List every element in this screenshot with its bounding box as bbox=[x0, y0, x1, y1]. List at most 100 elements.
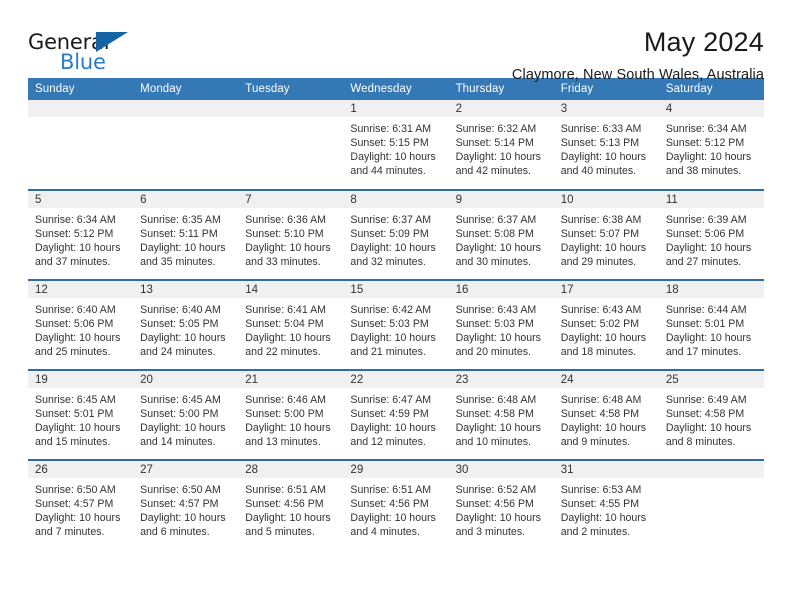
day-details: Sunrise: 6:45 AM Sunset: 5:01 PM Daylight:… bbox=[28, 388, 133, 449]
calendar-day-cell[interactable]: 26 Sunrise: 6:50 AM Sunset: 4:57 PM Dayligh… bbox=[28, 459, 134, 550]
daylight-text-cont: and 20 minutes. bbox=[455, 346, 531, 359]
day-number: 14 bbox=[238, 281, 344, 298]
day-details: Sunrise: 6:35 AM Sunset: 5:11 PM Daylight:… bbox=[133, 208, 238, 269]
calendar-day-cell[interactable]: 15 Sunrise: 6:42 AM Sunset: 5:03 PM Dayligh… bbox=[343, 279, 449, 370]
day-details: Sunrise: 6:33 AM Sunset: 5:13 PM Daylight:… bbox=[554, 117, 659, 178]
daylight-text: Daylight: 10 hours bbox=[350, 422, 436, 435]
calendar-day-cell[interactable]: 3 Sunrise: 6:33 AM Sunset: 5:13 PM Daylight… bbox=[553, 100, 659, 190]
calendar-day-cell[interactable]: 29 Sunrise: 6:51 AM Sunset: 4:56 PM Dayligh… bbox=[343, 459, 449, 550]
daylight-text: Daylight: 10 hours bbox=[35, 242, 121, 255]
calendar-day-cell[interactable]: 28 Sunrise: 6:51 AM Sunset: 4:56 PM Dayligh… bbox=[238, 459, 344, 550]
calendar-day-cell[interactable]: 22 Sunrise: 6:47 AM Sunset: 4:59 PM Dayligh… bbox=[343, 369, 449, 460]
calendar-day-cell[interactable]: 19 Sunrise: 6:45 AM Sunset: 5:01 PM Dayligh… bbox=[28, 369, 134, 460]
day-details: Sunrise: 6:34 AM Sunset: 5:12 PM Daylight:… bbox=[659, 117, 764, 178]
calendar-day-cell[interactable]: 20 Sunrise: 6:45 AM Sunset: 5:00 PM Dayligh… bbox=[133, 369, 239, 460]
calendar-day-cell[interactable]: 25 Sunrise: 6:49 AM Sunset: 4:58 PM Dayligh… bbox=[658, 369, 764, 460]
daylight-text: Daylight: 10 hours bbox=[455, 512, 541, 525]
calendar-day-cell[interactable]: 10 Sunrise: 6:38 AM Sunset: 5:07 PM Dayligh… bbox=[553, 189, 659, 280]
daylight-text-cont: and 5 minutes. bbox=[245, 526, 315, 539]
calendar-day-cell[interactable]: 30 Sunrise: 6:52 AM Sunset: 4:56 PM Dayligh… bbox=[448, 459, 554, 550]
day-number: 11 bbox=[658, 191, 764, 208]
sunrise-text: Sunrise: 6:45 AM bbox=[140, 394, 221, 406]
sunrise-text: Sunrise: 6:32 AM bbox=[455, 123, 537, 135]
day-number: 1 bbox=[343, 100, 449, 117]
daylight-text-cont: and 42 minutes. bbox=[455, 165, 531, 178]
calendar-day-cell[interactable]: 7 Sunrise: 6:36 AM Sunset: 5:10 PM Daylight… bbox=[238, 189, 344, 280]
daylight-text-cont: and 8 minutes. bbox=[665, 436, 736, 449]
calendar-week-row: 12 Sunrise: 6:40 AM Sunset: 5:06 PM Dayligh… bbox=[28, 279, 764, 370]
calendar-day-cell[interactable]: 8 Sunrise: 6:37 AM Sunset: 5:09 PM Daylight… bbox=[343, 189, 449, 280]
day-number: 23 bbox=[448, 371, 554, 388]
day-details: Sunrise: 6:51 AM Sunset: 4:56 PM Daylight:… bbox=[343, 478, 448, 539]
day-number: 25 bbox=[658, 371, 764, 388]
daylight-text: Daylight: 10 hours bbox=[245, 512, 331, 525]
calendar-day-cell[interactable]: 17 Sunrise: 6:43 AM Sunset: 5:02 PM Dayligh… bbox=[553, 279, 659, 370]
daylight-text: Daylight: 10 hours bbox=[350, 151, 436, 164]
daylight-text-cont: and 10 minutes. bbox=[455, 436, 531, 449]
daylight-text-cont: and 17 minutes. bbox=[665, 346, 742, 359]
calendar-day-cell[interactable]: 13 Sunrise: 6:40 AM Sunset: 5:05 PM Dayligh… bbox=[133, 279, 239, 370]
sunrise-text: Sunrise: 6:38 AM bbox=[560, 214, 642, 226]
day-details: Sunrise: 6:46 AM Sunset: 5:00 PM Daylight:… bbox=[238, 388, 343, 449]
sunrise-text: Sunrise: 6:37 AM bbox=[350, 214, 432, 226]
calendar-day-cell[interactable]: 9 Sunrise: 6:37 AM Sunset: 5:08 PM Daylight… bbox=[448, 189, 554, 280]
weekday-header-sunday: Sunday bbox=[28, 78, 134, 100]
title-group: May 2024 Claymore, New South Wales, Aust… bbox=[148, 27, 764, 82]
sunrise-text: Sunrise: 6:51 AM bbox=[350, 484, 432, 496]
calendar-day-cell[interactable]: 31 Sunrise: 6:53 AM Sunset: 4:55 PM Dayligh… bbox=[553, 459, 659, 550]
calendar-day-cell[interactable]: 6 Sunrise: 6:35 AM Sunset: 5:11 PM Daylight… bbox=[133, 189, 239, 280]
calendar-day-cell[interactable]: 12 Sunrise: 6:40 AM Sunset: 5:06 PM Dayligh… bbox=[28, 279, 134, 370]
day-details: Sunrise: 6:38 AM Sunset: 5:07 PM Daylight:… bbox=[554, 208, 659, 269]
day-details: Sunrise: 6:44 AM Sunset: 5:01 PM Daylight:… bbox=[659, 298, 764, 359]
daylight-text: Daylight: 10 hours bbox=[35, 332, 121, 345]
daylight-text: Daylight: 10 hours bbox=[35, 512, 121, 525]
calendar-day-cell[interactable]: 2 Sunrise: 6:32 AM Sunset: 5:14 PM Daylight… bbox=[448, 100, 554, 190]
day-details: Sunrise: 6:49 AM Sunset: 4:58 PM Daylight:… bbox=[659, 388, 764, 449]
day-details: Sunrise: 6:53 AM Sunset: 4:55 PM Daylight:… bbox=[554, 478, 659, 539]
daylight-text: Daylight: 10 hours bbox=[245, 242, 331, 255]
calendar-day-cell[interactable]: 5 Sunrise: 6:34 AM Sunset: 5:12 PM Daylight… bbox=[28, 189, 134, 280]
calendar-day-cell[interactable]: 24 Sunrise: 6:48 AM Sunset: 4:58 PM Dayligh… bbox=[553, 369, 659, 460]
calendar-day-cell[interactable]: 14 Sunrise: 6:41 AM Sunset: 5:04 PM Dayligh… bbox=[238, 279, 344, 370]
sunset-text: Sunset: 5:12 PM bbox=[665, 137, 745, 150]
day-number: 20 bbox=[133, 371, 239, 388]
day-number: 7 bbox=[238, 191, 344, 208]
calendar-day-cell[interactable]: 18 Sunrise: 6:44 AM Sunset: 5:01 PM Dayligh… bbox=[658, 279, 764, 370]
day-details: Sunrise: 6:51 AM Sunset: 4:56 PM Daylight:… bbox=[238, 478, 343, 539]
sunrise-text: Sunrise: 6:50 AM bbox=[140, 484, 221, 496]
day-number: 12 bbox=[28, 281, 134, 298]
calendar-day-cell[interactable]: 21 Sunrise: 6:46 AM Sunset: 5:00 PM Dayligh… bbox=[238, 369, 344, 460]
calendar-day-cell[interactable]: 16 Sunrise: 6:43 AM Sunset: 5:03 PM Dayligh… bbox=[448, 279, 554, 370]
sunrise-text: Sunrise: 6:34 AM bbox=[35, 214, 116, 226]
day-details: Sunrise: 6:48 AM Sunset: 4:58 PM Daylight:… bbox=[449, 388, 554, 449]
calendar-day-cell[interactable]: 1 Sunrise: 6:31 AM Sunset: 5:15 PM Daylight… bbox=[343, 100, 449, 190]
sunset-text: Sunset: 5:11 PM bbox=[140, 228, 218, 241]
calendar-empty-cell bbox=[28, 100, 134, 190]
day-number: 3 bbox=[553, 100, 659, 117]
calendar-day-cell[interactable]: 23 Sunrise: 6:48 AM Sunset: 4:58 PM Dayligh… bbox=[448, 369, 554, 460]
sunset-text: Sunset: 5:01 PM bbox=[35, 408, 114, 421]
day-details: Sunrise: 6:37 AM Sunset: 5:08 PM Daylight:… bbox=[449, 208, 554, 269]
calendar-day-cell[interactable]: 11 Sunrise: 6:39 AM Sunset: 5:06 PM Dayligh… bbox=[658, 189, 764, 280]
sunrise-text: Sunrise: 6:40 AM bbox=[140, 304, 221, 316]
sunset-text: Sunset: 5:10 PM bbox=[245, 228, 324, 241]
sunrise-text: Sunrise: 6:53 AM bbox=[560, 484, 642, 496]
daylight-text: Daylight: 10 hours bbox=[140, 512, 226, 525]
daylight-text: Daylight: 10 hours bbox=[560, 151, 647, 164]
day-details: Sunrise: 6:50 AM Sunset: 4:57 PM Daylight:… bbox=[28, 478, 133, 539]
day-number: 27 bbox=[133, 461, 239, 478]
sunset-text: Sunset: 5:06 PM bbox=[35, 318, 114, 331]
page-header: General Blue May 2024 Claymore, New Sout… bbox=[28, 0, 764, 82]
sunset-text: Sunset: 5:00 PM bbox=[140, 408, 219, 421]
day-details: Sunrise: 6:48 AM Sunset: 4:58 PM Daylight:… bbox=[554, 388, 659, 449]
sunrise-text: Sunrise: 6:46 AM bbox=[245, 394, 326, 406]
sunrise-text: Sunrise: 6:40 AM bbox=[35, 304, 116, 316]
calendar-day-cell[interactable]: 27 Sunrise: 6:50 AM Sunset: 4:57 PM Dayligh… bbox=[133, 459, 239, 550]
daylight-text: Daylight: 10 hours bbox=[455, 422, 541, 435]
day-details: Sunrise: 6:32 AM Sunset: 5:14 PM Daylight:… bbox=[449, 117, 554, 178]
day-number: 2 bbox=[448, 100, 554, 117]
sunrise-text: Sunrise: 6:42 AM bbox=[350, 304, 432, 316]
daylight-text-cont: and 7 minutes. bbox=[35, 526, 105, 539]
daylight-text: Daylight: 10 hours bbox=[455, 151, 541, 164]
calendar-day-cell[interactable]: 4 Sunrise: 6:34 AM Sunset: 5:12 PM Daylight… bbox=[658, 100, 764, 190]
